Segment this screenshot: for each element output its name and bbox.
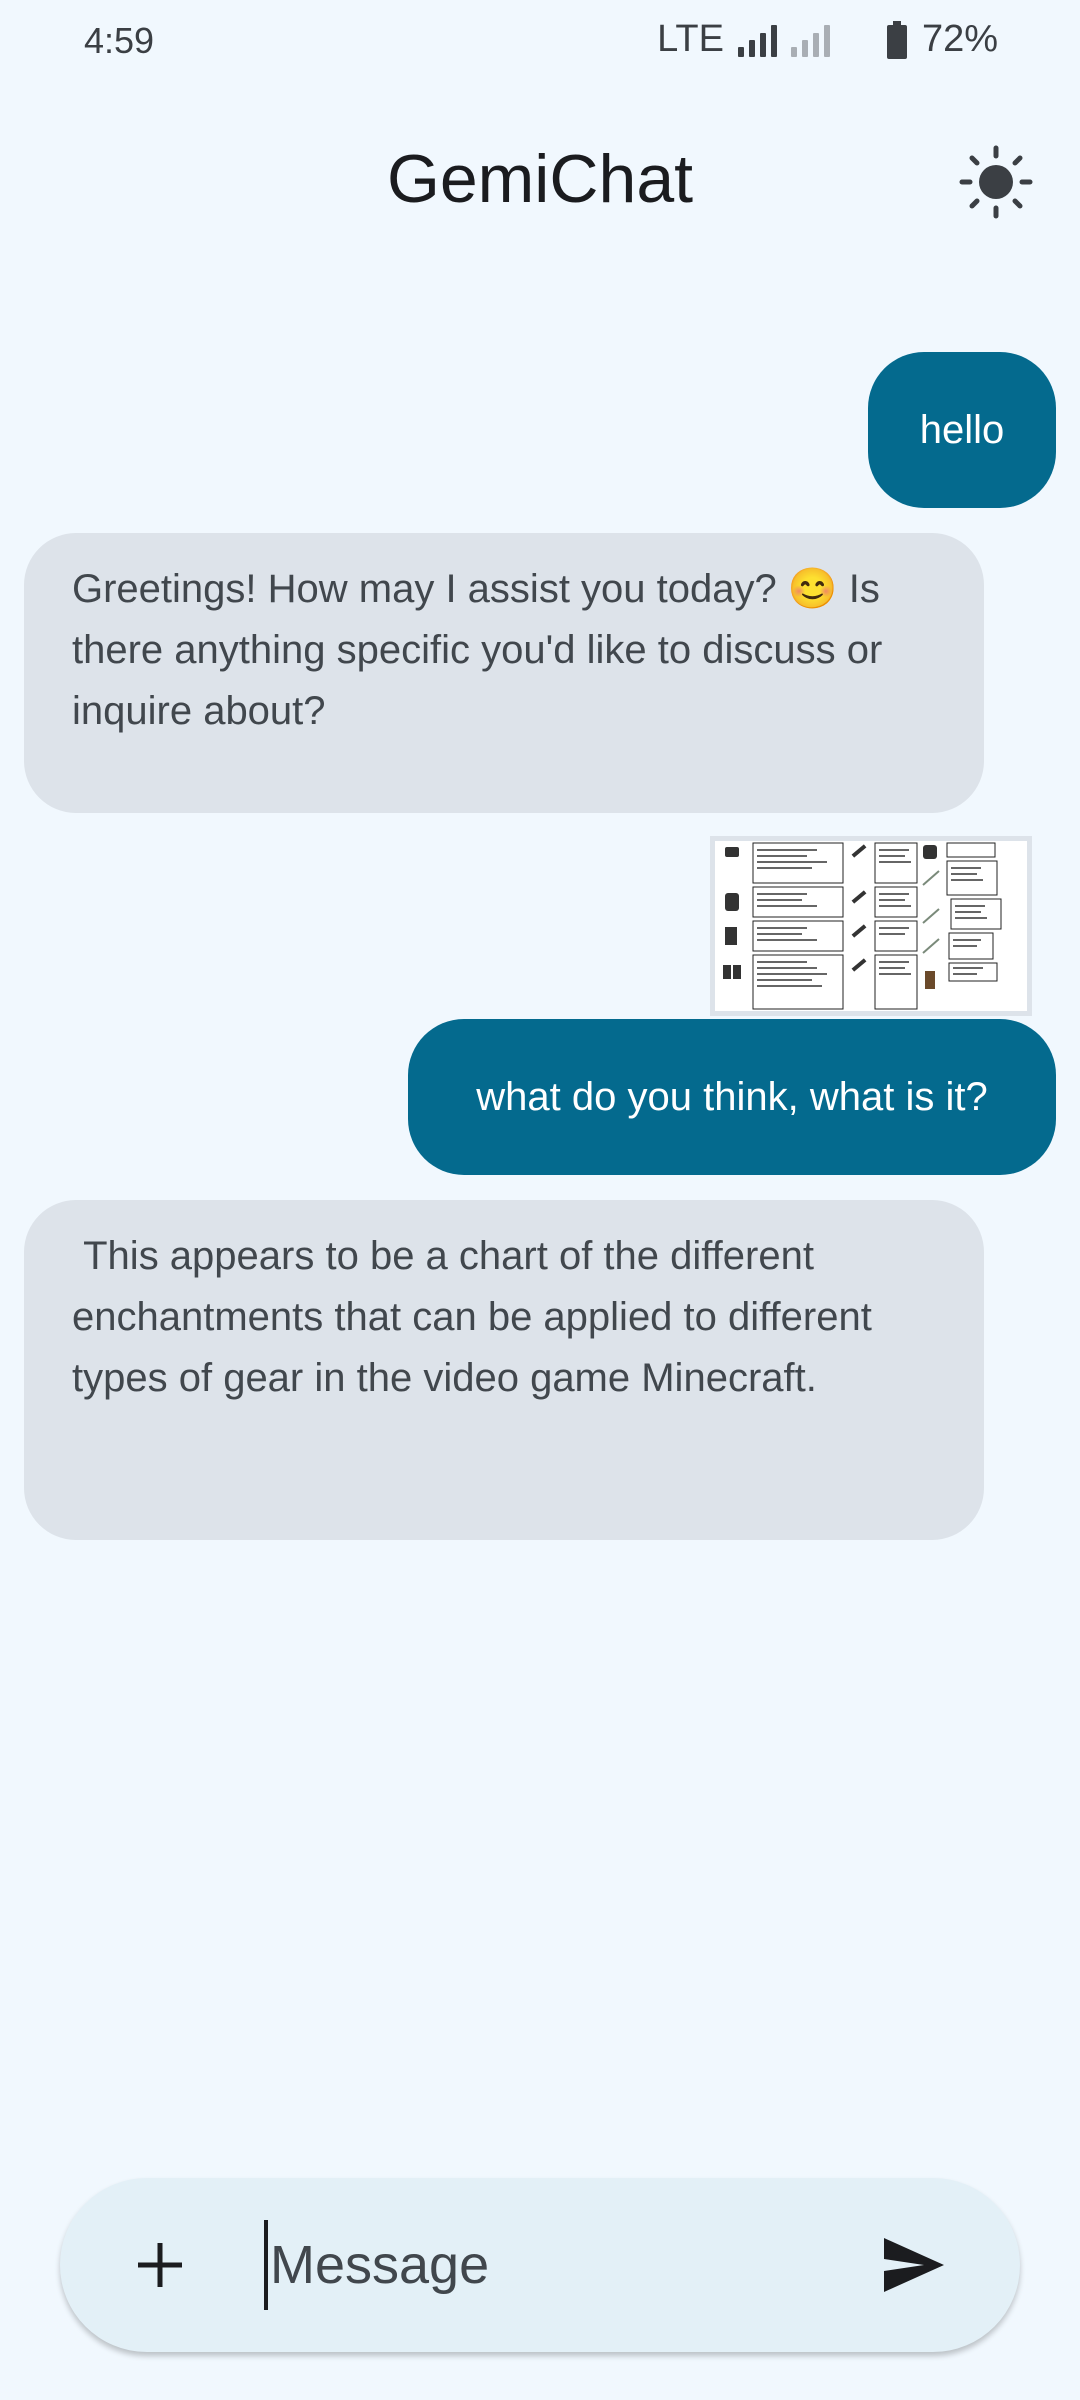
bot-message: This appears to be a chart of the differ… bbox=[24, 1200, 984, 1540]
user-message: what do you think, what is it? bbox=[408, 1019, 1056, 1175]
user-message: hello bbox=[868, 352, 1056, 508]
attached-image[interactable] bbox=[710, 836, 1032, 1016]
status-time: 4:59 bbox=[84, 20, 155, 61]
message-composer bbox=[60, 2178, 1020, 2352]
sun-icon[interactable] bbox=[958, 144, 1034, 220]
send-icon[interactable] bbox=[878, 2230, 948, 2300]
app-title: GemiChat bbox=[386, 141, 694, 217]
chart-image-thumbnail bbox=[715, 841, 1027, 1011]
plus-icon[interactable] bbox=[130, 2235, 190, 2295]
signal-strength-icon bbox=[737, 23, 777, 57]
bot-message: Greetings! How may I assist you today? 😊… bbox=[24, 533, 984, 813]
message-input[interactable] bbox=[264, 2220, 890, 2310]
network-type: LTE bbox=[657, 18, 724, 60]
status-indicators: LTE 72% bbox=[657, 18, 998, 61]
secondary-signal-icon bbox=[790, 23, 830, 57]
battery-level: 72% bbox=[921, 18, 998, 60]
battery-icon bbox=[886, 20, 907, 59]
status-bar: 4:59 LTE 72% bbox=[0, 0, 1080, 88]
